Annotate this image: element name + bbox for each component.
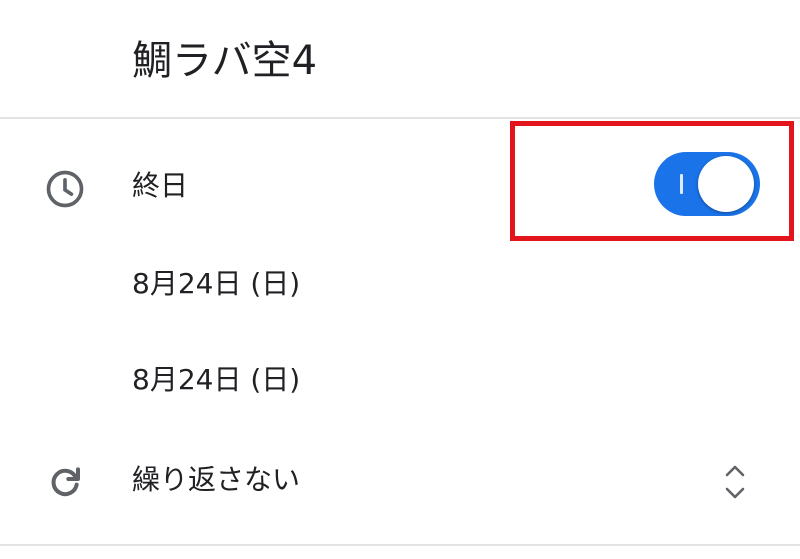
start-date[interactable]: 8月24日 (日) (132, 264, 300, 304)
clock-icon (42, 166, 88, 212)
start-date-row[interactable]: 8月24日 (日) (0, 244, 800, 324)
divider (0, 544, 800, 546)
unfold-icon[interactable] (718, 458, 752, 506)
toggle-knob (698, 156, 754, 212)
divider (0, 117, 800, 119)
event-edit-screen: 鯛ラバ空4 終日 8月24日 (日) 8月24日 (日) 繰り返さない (0, 0, 800, 559)
repeat-row[interactable]: 繰り返さない (0, 440, 800, 520)
all-day-toggle[interactable] (654, 152, 760, 216)
repeat-icon (42, 460, 88, 506)
end-date-row[interactable]: 8月24日 (日) (0, 340, 800, 420)
repeat-label: 繰り返さない (132, 463, 301, 496)
event-title[interactable]: 鯛ラバ空4 (132, 33, 317, 89)
all-day-label: 終日 (132, 169, 189, 202)
end-date[interactable]: 8月24日 (日) (132, 360, 300, 400)
toggle-on-mark-icon (680, 174, 683, 194)
